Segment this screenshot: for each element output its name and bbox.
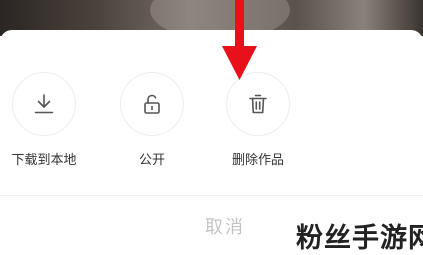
public-button[interactable]: 公开 [108,72,198,182]
unlock-icon-circle[interactable] [120,72,184,136]
trash-icon [249,94,267,114]
cancel-button[interactable]: 取消 [180,213,270,239]
divider [0,195,423,196]
download-to-local-label: 下载到本地 [11,153,77,168]
watermark-text: 粉丝手游网 [296,223,423,254]
delete-work-button[interactable]: 删除作品 [214,72,304,182]
delete-work-label: 删除作品 [231,153,284,168]
download-icon-circle[interactable] [12,72,76,136]
trash-icon-circle[interactable] [226,72,290,136]
unlock-icon [144,94,160,114]
public-label: 公开 [138,153,165,168]
download-to-local-button[interactable]: 下载到本地 [0,72,90,182]
download-icon [34,94,54,114]
